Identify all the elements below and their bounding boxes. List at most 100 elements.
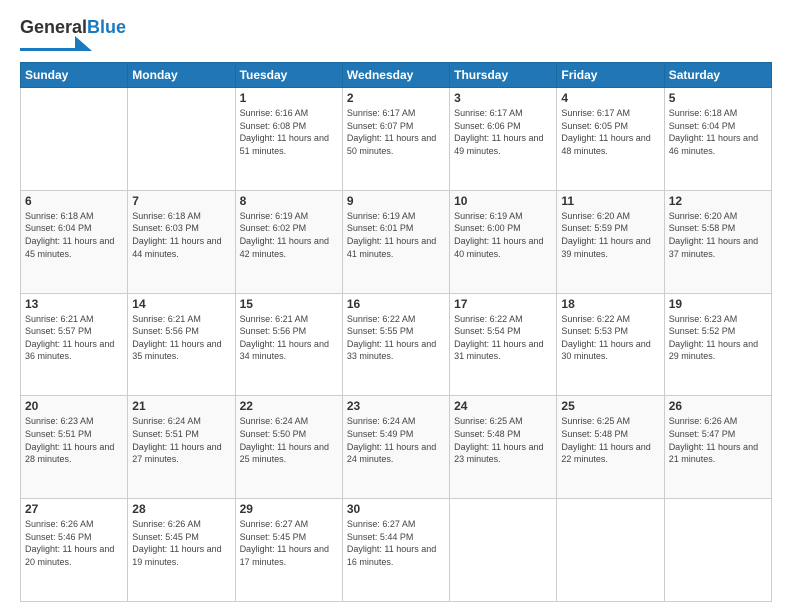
day-info: Sunrise: 6:26 AM Sunset: 5:46 PM Dayligh…: [25, 518, 123, 568]
calendar-cell: 13 Sunrise: 6:21 AM Sunset: 5:57 PM Dayli…: [21, 293, 128, 396]
day-number: 8: [240, 194, 338, 208]
calendar-cell: 17 Sunrise: 6:22 AM Sunset: 5:54 PM Dayli…: [450, 293, 557, 396]
calendar-cell: [21, 88, 128, 191]
day-number: 5: [669, 91, 767, 105]
calendar-cell: 6 Sunrise: 6:18 AM Sunset: 6:04 PM Daylig…: [21, 190, 128, 293]
day-info: Sunrise: 6:21 AM Sunset: 5:57 PM Dayligh…: [25, 313, 123, 363]
calendar-cell: 23 Sunrise: 6:24 AM Sunset: 5:49 PM Dayli…: [342, 396, 449, 499]
day-number: 25: [561, 399, 659, 413]
day-number: 22: [240, 399, 338, 413]
day-number: 14: [132, 297, 230, 311]
day-number: 9: [347, 194, 445, 208]
day-number: 15: [240, 297, 338, 311]
day-number: 12: [669, 194, 767, 208]
calendar-cell: [128, 88, 235, 191]
day-number: 3: [454, 91, 552, 105]
calendar-cell: 9 Sunrise: 6:19 AM Sunset: 6:01 PM Daylig…: [342, 190, 449, 293]
day-number: 18: [561, 297, 659, 311]
header-row: SundayMondayTuesdayWednesdayThursdayFrid…: [21, 63, 772, 88]
calendar-cell: 29Sunrise: 6:27 AM Sunset: 5:45 PM Dayli…: [235, 499, 342, 602]
day-info: Sunrise: 6:18 AM Sunset: 6:04 PM Dayligh…: [25, 210, 123, 260]
day-number: 11: [561, 194, 659, 208]
weekday-header: Wednesday: [342, 63, 449, 88]
calendar-cell: 4 Sunrise: 6:17 AM Sunset: 6:05 PM Daylig…: [557, 88, 664, 191]
logo: GeneralBlue: [20, 18, 126, 54]
calendar-cell: 18 Sunrise: 6:22 AM Sunset: 5:53 PM Dayli…: [557, 293, 664, 396]
day-info: Sunrise: 6:17 AM Sunset: 6:05 PM Dayligh…: [561, 107, 659, 157]
day-info: Sunrise: 6:17 AM Sunset: 6:06 PM Dayligh…: [454, 107, 552, 157]
calendar-cell: 12 Sunrise: 6:20 AM Sunset: 5:58 PM Dayli…: [664, 190, 771, 293]
day-number: 21: [132, 399, 230, 413]
day-info: Sunrise: 6:21 AM Sunset: 5:56 PM Dayligh…: [240, 313, 338, 363]
calendar-week-row: 6 Sunrise: 6:18 AM Sunset: 6:04 PM Daylig…: [21, 190, 772, 293]
calendar-week-row: 1 Sunrise: 6:16 AM Sunset: 6:08 PM Daylig…: [21, 88, 772, 191]
day-info: Sunrise: 6:22 AM Sunset: 5:53 PM Dayligh…: [561, 313, 659, 363]
day-number: 23: [347, 399, 445, 413]
calendar-week-row: 20 Sunrise: 6:23 AM Sunset: 5:51 PM Dayli…: [21, 396, 772, 499]
day-number: 26: [669, 399, 767, 413]
calendar-cell: 21 Sunrise: 6:24 AM Sunset: 5:51 PM Dayli…: [128, 396, 235, 499]
calendar-cell: 24Sunrise: 6:25 AM Sunset: 5:48 PM Dayli…: [450, 396, 557, 499]
day-number: 2: [347, 91, 445, 105]
day-info: Sunrise: 6:26 AM Sunset: 5:45 PM Dayligh…: [132, 518, 230, 568]
logo-general: General: [20, 17, 87, 37]
logo-icon: [20, 36, 92, 54]
calendar-cell: 25Sunrise: 6:25 AM Sunset: 5:48 PM Dayli…: [557, 396, 664, 499]
calendar-table: SundayMondayTuesdayWednesdayThursdayFrid…: [20, 62, 772, 602]
day-info: Sunrise: 6:27 AM Sunset: 5:45 PM Dayligh…: [240, 518, 338, 568]
day-number: 28: [132, 502, 230, 516]
calendar-cell: 26 Sunrise: 6:26 AM Sunset: 5:47 PM Dayli…: [664, 396, 771, 499]
day-info: Sunrise: 6:19 AM Sunset: 6:01 PM Dayligh…: [347, 210, 445, 260]
day-info: Sunrise: 6:19 AM Sunset: 6:02 PM Dayligh…: [240, 210, 338, 260]
calendar-cell: 2 Sunrise: 6:17 AM Sunset: 6:07 PM Daylig…: [342, 88, 449, 191]
day-info: Sunrise: 6:21 AM Sunset: 5:56 PM Dayligh…: [132, 313, 230, 363]
calendar-week-row: 27Sunrise: 6:26 AM Sunset: 5:46 PM Dayli…: [21, 499, 772, 602]
day-info: Sunrise: 6:19 AM Sunset: 6:00 PM Dayligh…: [454, 210, 552, 260]
day-info: Sunrise: 6:18 AM Sunset: 6:04 PM Dayligh…: [669, 107, 767, 157]
day-number: 10: [454, 194, 552, 208]
calendar-cell: 1 Sunrise: 6:16 AM Sunset: 6:08 PM Daylig…: [235, 88, 342, 191]
calendar-cell: 15 Sunrise: 6:21 AM Sunset: 5:56 PM Dayli…: [235, 293, 342, 396]
calendar-cell: 11 Sunrise: 6:20 AM Sunset: 5:59 PM Dayli…: [557, 190, 664, 293]
calendar-cell: 27Sunrise: 6:26 AM Sunset: 5:46 PM Dayli…: [21, 499, 128, 602]
calendar-cell: [450, 499, 557, 602]
day-info: Sunrise: 6:23 AM Sunset: 5:51 PM Dayligh…: [25, 415, 123, 465]
day-number: 24: [454, 399, 552, 413]
day-info: Sunrise: 6:22 AM Sunset: 5:55 PM Dayligh…: [347, 313, 445, 363]
day-number: 7: [132, 194, 230, 208]
day-number: 17: [454, 297, 552, 311]
weekday-header: Tuesday: [235, 63, 342, 88]
day-info: Sunrise: 6:20 AM Sunset: 5:59 PM Dayligh…: [561, 210, 659, 260]
day-info: Sunrise: 6:17 AM Sunset: 6:07 PM Dayligh…: [347, 107, 445, 157]
weekday-header: Thursday: [450, 63, 557, 88]
day-info: Sunrise: 6:18 AM Sunset: 6:03 PM Dayligh…: [132, 210, 230, 260]
day-info: Sunrise: 6:16 AM Sunset: 6:08 PM Dayligh…: [240, 107, 338, 157]
calendar-cell: 3 Sunrise: 6:17 AM Sunset: 6:06 PM Daylig…: [450, 88, 557, 191]
day-number: 19: [669, 297, 767, 311]
header: GeneralBlue: [20, 18, 772, 54]
day-info: Sunrise: 6:24 AM Sunset: 5:51 PM Dayligh…: [132, 415, 230, 465]
day-info: Sunrise: 6:24 AM Sunset: 5:50 PM Dayligh…: [240, 415, 338, 465]
weekday-header: Sunday: [21, 63, 128, 88]
day-number: 1: [240, 91, 338, 105]
calendar-cell: 28 Sunrise: 6:26 AM Sunset: 5:45 PM Dayli…: [128, 499, 235, 602]
weekday-header: Saturday: [664, 63, 771, 88]
day-number: 6: [25, 194, 123, 208]
day-info: Sunrise: 6:20 AM Sunset: 5:58 PM Dayligh…: [669, 210, 767, 260]
page: GeneralBlue SundayMondayTuesdayWednesday…: [0, 0, 792, 612]
calendar-cell: 10 Sunrise: 6:19 AM Sunset: 6:00 PM Dayli…: [450, 190, 557, 293]
calendar-cell: 7 Sunrise: 6:18 AM Sunset: 6:03 PM Daylig…: [128, 190, 235, 293]
day-number: 16: [347, 297, 445, 311]
day-number: 13: [25, 297, 123, 311]
day-info: Sunrise: 6:26 AM Sunset: 5:47 PM Dayligh…: [669, 415, 767, 465]
day-info: Sunrise: 6:24 AM Sunset: 5:49 PM Dayligh…: [347, 415, 445, 465]
day-info: Sunrise: 6:22 AM Sunset: 5:54 PM Dayligh…: [454, 313, 552, 363]
calendar-cell: 19Sunrise: 6:23 AM Sunset: 5:52 PM Dayli…: [664, 293, 771, 396]
day-number: 20: [25, 399, 123, 413]
day-number: 4: [561, 91, 659, 105]
calendar-cell: 20 Sunrise: 6:23 AM Sunset: 5:51 PM Dayli…: [21, 396, 128, 499]
calendar-week-row: 13 Sunrise: 6:21 AM Sunset: 5:57 PM Dayli…: [21, 293, 772, 396]
calendar-cell: 8 Sunrise: 6:19 AM Sunset: 6:02 PM Daylig…: [235, 190, 342, 293]
logo-blue: Blue: [87, 17, 126, 37]
calendar-cell: 16 Sunrise: 6:22 AM Sunset: 5:55 PM Dayli…: [342, 293, 449, 396]
